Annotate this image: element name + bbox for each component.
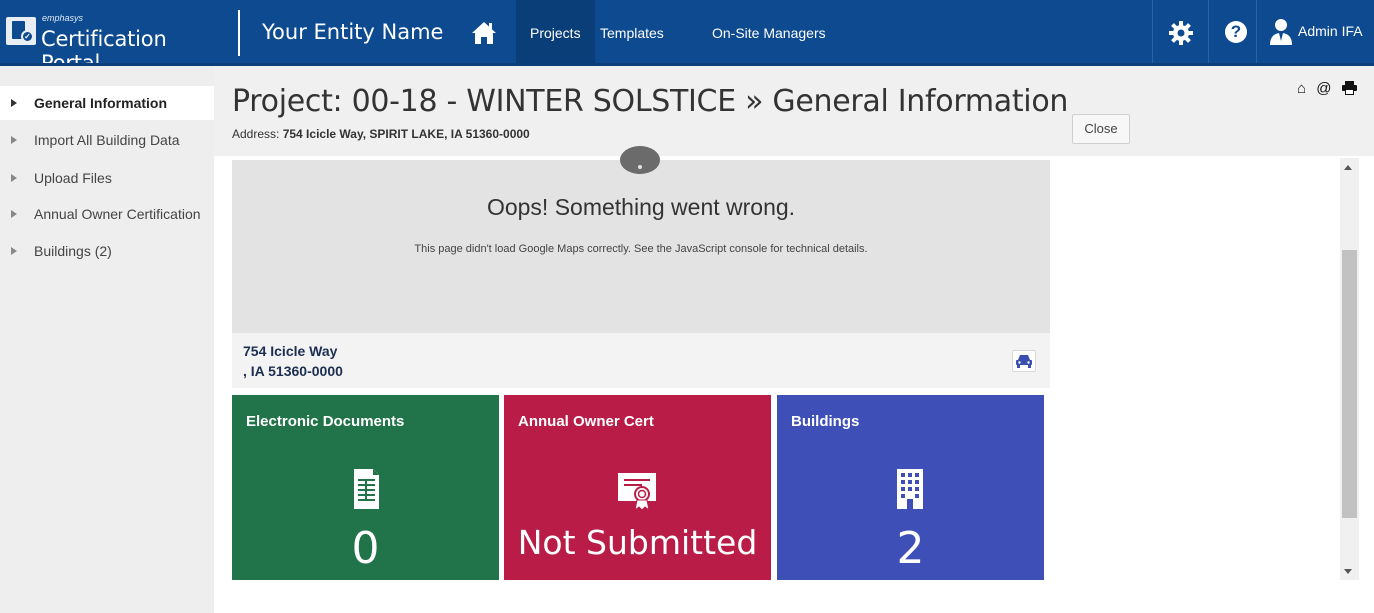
address-line-2: , IA 51360-0000 xyxy=(243,363,343,379)
caret-right-icon xyxy=(11,99,17,107)
nav-templates[interactable]: Templates xyxy=(586,0,678,66)
caret-right-icon xyxy=(11,247,17,255)
app-logo[interactable]: ✓ emphasys Certification Portal xyxy=(6,11,228,75)
document-icon xyxy=(232,467,499,511)
electronic-documents-tile[interactable]: Electronic Documents 0 xyxy=(232,395,499,580)
scroll-up-arrow-icon[interactable] xyxy=(1344,165,1352,170)
certificate-logo-icon: ✓ xyxy=(6,17,36,45)
sidebar-item-label: Annual Owner Certification xyxy=(34,206,201,222)
nav-on-site-managers[interactable]: On-Site Managers xyxy=(698,0,840,66)
tile-title: Annual Owner Cert xyxy=(518,413,654,430)
address-label: Address: xyxy=(232,127,280,141)
at-icon[interactable]: @ xyxy=(1316,80,1331,97)
caret-right-icon xyxy=(11,174,17,182)
navbar-divider xyxy=(238,10,240,56)
certificate-icon xyxy=(504,467,771,512)
entity-name: Your Entity Name xyxy=(262,20,444,44)
sidebar-item-annual-owner-certification[interactable]: Annual Owner Certification xyxy=(0,197,214,231)
scrollbar-thumb[interactable] xyxy=(1342,250,1357,518)
nav-projects[interactable]: Projects xyxy=(516,0,595,66)
tile-title: Buildings xyxy=(791,413,860,430)
print-icon[interactable] xyxy=(1341,80,1357,97)
navbar-separator xyxy=(1152,0,1153,66)
sidebar-item-buildings[interactable]: Buildings (2) xyxy=(0,234,214,268)
map-error-icon xyxy=(620,146,660,174)
address-line-1: 754 Icicle Way xyxy=(243,343,338,359)
sidebar-item-import-building-data[interactable]: Import All Building Data xyxy=(0,123,214,157)
sidebar-item-label: Buildings (2) xyxy=(34,243,112,259)
address-card: 754 Icicle Way , IA 51360-0000 xyxy=(232,333,1050,388)
sidebar-item-label: Import All Building Data xyxy=(34,132,180,148)
tile-value: 2 xyxy=(896,523,925,574)
header-actions: ⌂ @ xyxy=(1297,80,1363,97)
page-title: Project: 00-18 - WINTER SOLSTICE » Gener… xyxy=(232,84,1069,119)
project-address: Address: 754 Icicle Way, SPIRIT LAKE, IA… xyxy=(232,127,530,141)
sidebar-item-upload-files[interactable]: Upload Files xyxy=(0,161,214,195)
navbar-separator xyxy=(1256,0,1257,66)
gear-icon[interactable] xyxy=(1168,20,1194,46)
close-button[interactable]: Close xyxy=(1072,114,1130,144)
sidebar-item-label: Upload Files xyxy=(34,170,112,186)
building-icon xyxy=(777,467,1044,511)
scroll-down-arrow-icon[interactable] xyxy=(1344,569,1352,574)
annual-owner-cert-tile[interactable]: Annual Owner Cert Not Submitted xyxy=(504,395,771,580)
address-value: 754 Icicle Way, SPIRIT LAKE, IA 51360-00… xyxy=(282,127,530,141)
sidebar-item-label: General Information xyxy=(34,95,168,111)
map-error-detail: This page didn't load Google Maps correc… xyxy=(414,243,868,255)
sidebar-item-general-information[interactable]: General Information xyxy=(0,86,214,120)
logo-brand-text: emphasys xyxy=(42,13,84,23)
map-panel[interactable]: Oops! Something went wrong. This page di… xyxy=(232,146,1050,333)
help-icon[interactable]: ? xyxy=(1225,21,1247,43)
navbar-separator xyxy=(1208,0,1209,66)
user-name[interactable]: Admin IFA xyxy=(1298,23,1363,39)
page-header: Project: 00-18 - WINTER SOLSTICE » Gener… xyxy=(214,66,1374,156)
top-navbar: ✓ emphasys Certification Portal Your Ent… xyxy=(0,0,1374,75)
user-tie-icon[interactable] xyxy=(1267,17,1295,47)
caret-right-icon xyxy=(11,210,17,218)
tile-value: Not Submitted xyxy=(517,523,758,562)
map-error-title: Oops! Something went wrong. xyxy=(486,194,796,220)
buildings-tile[interactable]: Buildings 2 xyxy=(777,395,1044,580)
home-outline-icon[interactable]: ⌂ xyxy=(1297,80,1306,97)
tile-value: 0 xyxy=(351,523,380,574)
sidebar: General Information Import All Building … xyxy=(0,66,214,613)
tile-title: Electronic Documents xyxy=(246,413,405,430)
home-icon[interactable] xyxy=(469,18,499,48)
caret-right-icon xyxy=(11,136,17,144)
car-icon[interactable] xyxy=(1012,350,1036,372)
